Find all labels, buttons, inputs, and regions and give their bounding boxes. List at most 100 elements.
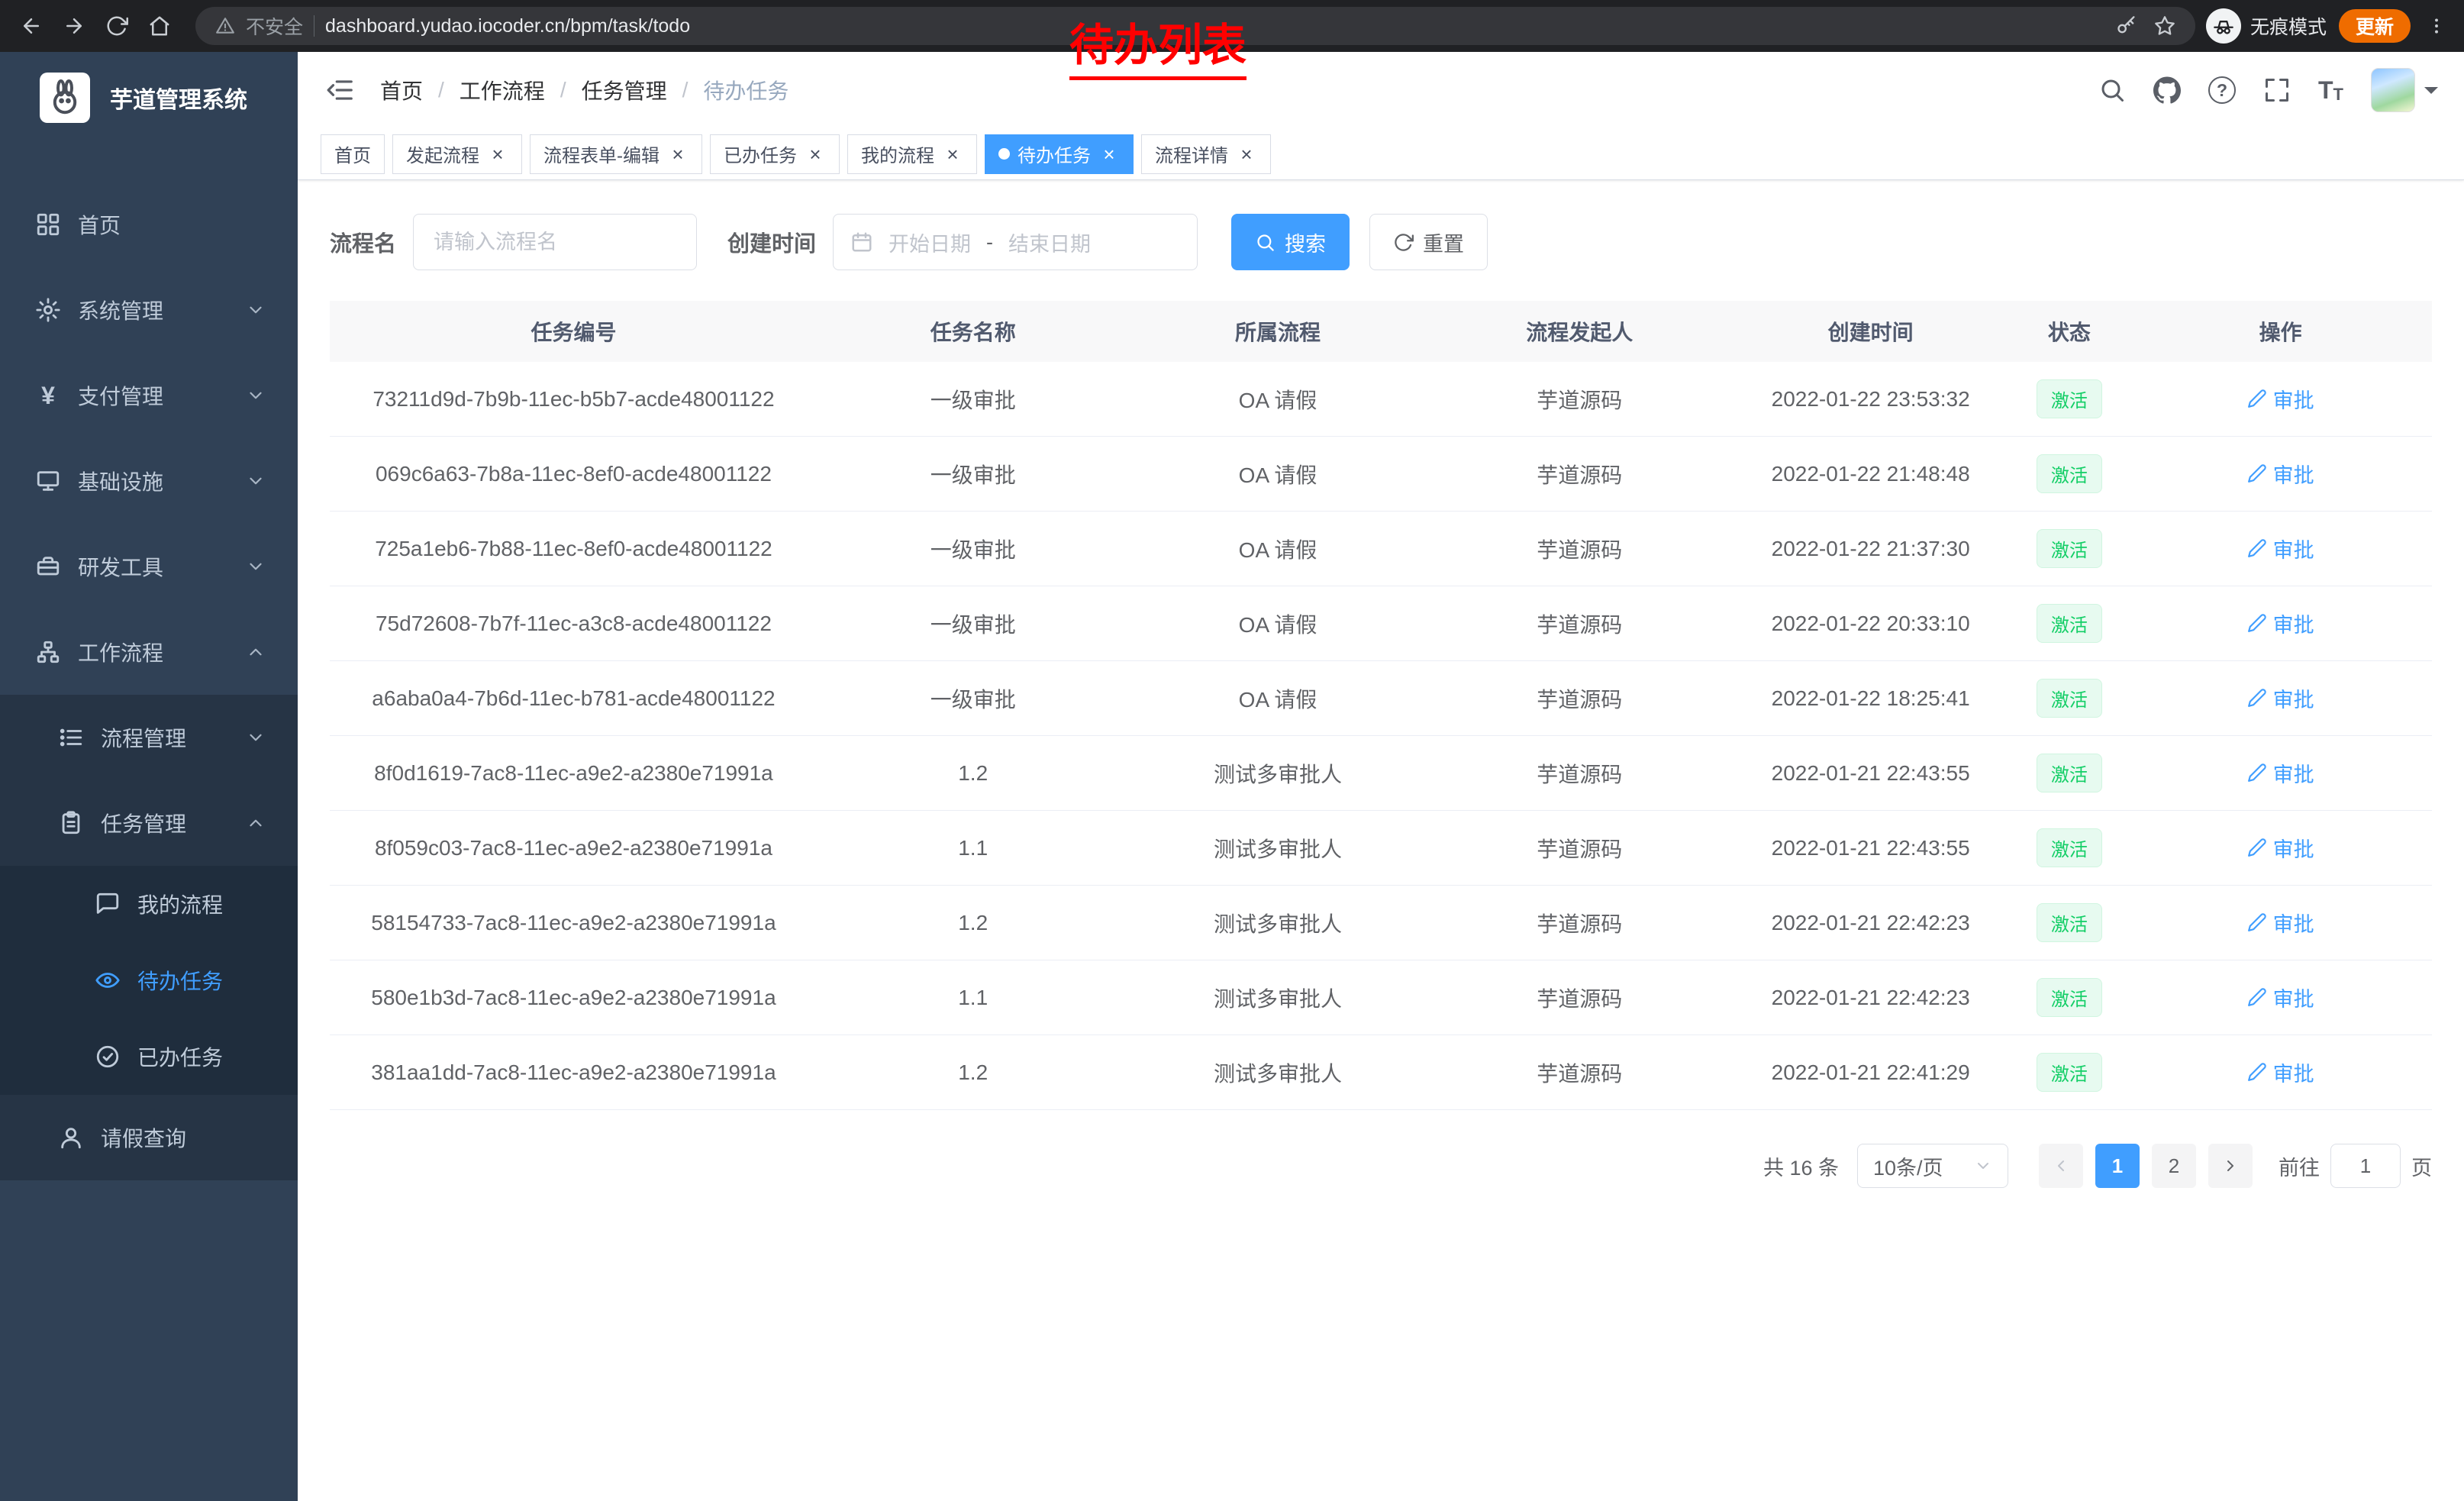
table-header: 任务编号 任务名称 所属流程 流程发起人 创建时间 状态 操作 — [330, 301, 2432, 362]
password-key-icon[interactable] — [2116, 15, 2137, 37]
tab-label: 流程详情 — [1155, 140, 1228, 167]
app-logo-area[interactable]: 芋道管理系统 — [0, 52, 298, 144]
task-name-cell: 1.2 — [818, 761, 1129, 786]
check-circle-icon — [95, 1044, 121, 1070]
home-button[interactable] — [142, 8, 177, 44]
sidebar-item-infra[interactable]: 基础设施 — [0, 438, 298, 524]
task-id-cell: 8f0d1619-7ac8-11ec-a9e2-a2380e71991a — [330, 761, 818, 786]
column-header-create-time: 创建时间 — [1732, 316, 2010, 347]
address-bar[interactable]: 不安全 dashboard.yudao.iocoder.cn/bpm/task/… — [195, 7, 2195, 45]
page-size-select[interactable]: 10条/页 — [1857, 1144, 2008, 1188]
tab-close-icon[interactable]: × — [1236, 144, 1257, 165]
approve-label: 审批 — [2273, 534, 2314, 563]
approve-link[interactable]: 审批 — [2247, 459, 2314, 489]
font-size-large-glyph: T — [2318, 76, 2333, 105]
help-icon[interactable]: ? — [2208, 76, 2236, 104]
search-icon[interactable] — [2098, 76, 2126, 104]
tab-1[interactable]: 发起流程× — [392, 134, 522, 174]
update-button[interactable]: 更新 — [2339, 9, 2411, 43]
tab-close-icon[interactable]: × — [942, 144, 963, 165]
task-id-cell: 580e1b3d-7ac8-11ec-a9e2-a2380e71991a — [330, 986, 818, 1010]
approve-link[interactable]: 审批 — [2247, 833, 2314, 863]
url-text[interactable]: dashboard.yudao.iocoder.cn/bpm/task/todo — [325, 15, 690, 37]
page-1-button[interactable]: 1 — [2095, 1144, 2140, 1188]
sidebar-item-process-mgmt[interactable]: 流程管理 — [0, 695, 298, 780]
initiator-cell: 芋道源码 — [1427, 459, 1732, 489]
task-id-cell: a6aba0a4-7b6d-11ec-b781-acde48001122 — [330, 686, 818, 711]
back-button[interactable] — [14, 8, 49, 44]
bookmark-star-icon[interactable] — [2154, 15, 2175, 37]
approve-link[interactable]: 审批 — [2247, 608, 2314, 638]
reload-icon — [105, 15, 128, 37]
approve-link[interactable]: 审批 — [2247, 384, 2314, 414]
browser-chrome: 不安全 dashboard.yudao.iocoder.cn/bpm/task/… — [0, 0, 2464, 52]
tab-6[interactable]: 流程详情 × — [1141, 134, 1271, 174]
tab-2[interactable]: 流程表单-编辑× — [530, 134, 702, 174]
sidebar-item-done-task[interactable]: 已办任务 — [0, 1018, 298, 1095]
sidebar-item-payment[interactable]: ¥ 支付管理 — [0, 353, 298, 438]
sidebar-collapse-button[interactable] — [324, 73, 357, 107]
status-badge: 激活 — [2037, 454, 2102, 493]
eye-icon — [95, 967, 121, 993]
next-page-button[interactable] — [2208, 1144, 2253, 1188]
prev-page-button[interactable] — [2039, 1144, 2083, 1188]
task-id-cell: 069c6a63-7b8a-11ec-8ef0-acde48001122 — [330, 462, 818, 486]
sidebar-item-workflow[interactable]: 工作流程 — [0, 609, 298, 695]
sidebar-item-devtools[interactable]: 研发工具 — [0, 524, 298, 609]
sidebar-item-label: 工作流程 — [78, 637, 163, 667]
initiator-cell: 芋道源码 — [1427, 608, 1732, 639]
sidebar-item-my-process[interactable]: 我的流程 — [0, 866, 298, 942]
github-icon[interactable] — [2153, 76, 2181, 104]
goto-page-input[interactable] — [2330, 1144, 2401, 1188]
incognito-badge: 无痕模式 — [2206, 8, 2327, 44]
sidebar-item-home[interactable]: 首页 — [0, 182, 298, 267]
tab-0[interactable]: 首页 — [321, 134, 385, 174]
edit-icon — [2247, 912, 2267, 932]
approve-link[interactable]: 审批 — [2247, 534, 2314, 563]
tab-3[interactable]: 已办任务× — [710, 134, 840, 174]
security-label[interactable]: 不安全 — [246, 12, 303, 40]
action-cell: 审批 — [2129, 908, 2432, 938]
page-2-button[interactable]: 2 — [2152, 1144, 2196, 1188]
tab-close-icon[interactable]: × — [805, 144, 826, 165]
tab-4[interactable]: 我的流程× — [847, 134, 977, 174]
tab-close-icon[interactable]: × — [487, 144, 508, 165]
search-button[interactable]: 搜索 — [1231, 214, 1350, 270]
breadcrumb-item[interactable]: 任务管理 — [582, 75, 667, 105]
reload-button[interactable] — [99, 8, 134, 44]
breadcrumb-item[interactable]: 工作流程 — [460, 75, 545, 105]
approve-link[interactable]: 审批 — [2247, 683, 2314, 713]
reset-button[interactable]: 重置 — [1369, 214, 1488, 270]
fullscreen-icon[interactable] — [2263, 76, 2291, 104]
tab-close-icon[interactable]: × — [667, 144, 689, 165]
breadcrumb-item[interactable]: 首页 — [380, 75, 423, 105]
sidebar-item-leave-query[interactable]: 请假查询 — [0, 1095, 298, 1180]
user-menu[interactable] — [2371, 68, 2438, 112]
forward-button[interactable] — [56, 8, 92, 44]
sidebar-item-label: 研发工具 — [78, 551, 163, 582]
incognito-icon — [2206, 8, 2241, 44]
tab-close-icon[interactable]: × — [1098, 144, 1120, 165]
edit-icon — [2247, 389, 2267, 408]
toolbox-icon — [35, 554, 61, 579]
tab-5[interactable]: 待办任务× — [985, 134, 1134, 174]
breadcrumb-current: 待办任务 — [703, 75, 789, 105]
approve-link[interactable]: 审批 — [2247, 758, 2314, 788]
task-name-cell: 一级审批 — [818, 384, 1129, 415]
approve-link[interactable]: 审批 — [2247, 1057, 2314, 1087]
font-size-icon[interactable]: TT — [2318, 76, 2343, 105]
gear-icon — [35, 297, 61, 323]
sidebar-item-system[interactable]: 系统管理 — [0, 267, 298, 353]
task-id-cell: 381aa1dd-7ac8-11ec-a9e2-a2380e71991a — [330, 1060, 818, 1085]
chevron-up-icon — [246, 813, 266, 833]
sidebar-item-task-mgmt[interactable]: 任务管理 — [0, 780, 298, 866]
task-name-cell: 1.1 — [818, 986, 1129, 1010]
avatar[interactable] — [2371, 68, 2415, 112]
sidebar-item-todo-task[interactable]: 待办任务 — [0, 942, 298, 1018]
date-range-picker[interactable]: 开始日期 - 结束日期 — [833, 214, 1198, 270]
app-logo-icon — [40, 73, 90, 123]
approve-link[interactable]: 审批 — [2247, 908, 2314, 938]
approve-link[interactable]: 审批 — [2247, 983, 2314, 1012]
browser-menu-button[interactable] — [2423, 8, 2450, 44]
process-name-input[interactable] — [413, 214, 697, 270]
